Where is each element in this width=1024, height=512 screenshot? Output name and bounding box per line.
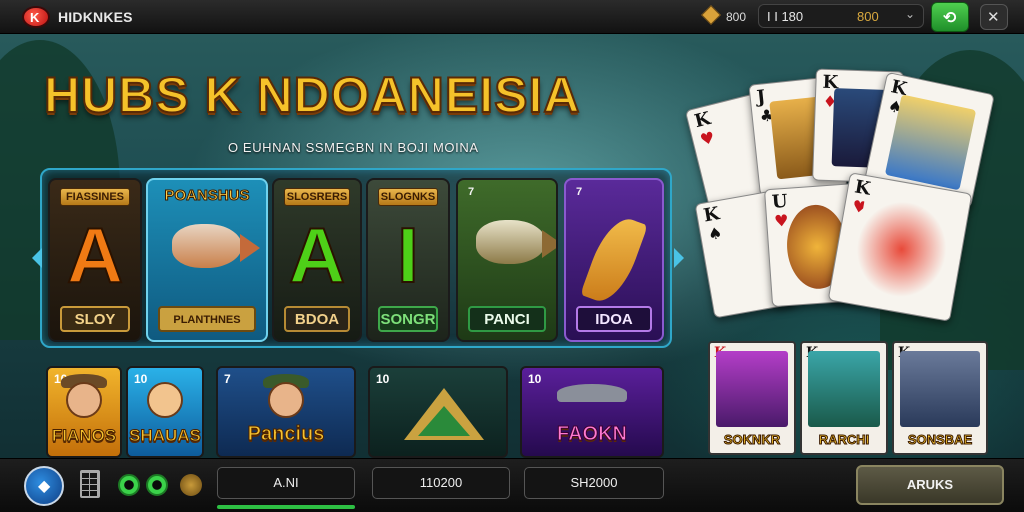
grid-icon[interactable] bbox=[80, 470, 100, 498]
game-tile[interactable]: FIASSINES A SLOY bbox=[48, 178, 142, 342]
character-card[interactable]: K SONSBAE bbox=[892, 341, 988, 455]
playing-card: K ♥ bbox=[827, 172, 973, 322]
logo-letter: K bbox=[30, 10, 40, 25]
game-tile[interactable]: 10 FIANOS bbox=[46, 366, 122, 458]
fish-illustration bbox=[476, 220, 546, 264]
character-portrait bbox=[900, 351, 980, 427]
tile-plate: BDOA bbox=[284, 306, 350, 332]
tile-plate: PANCI bbox=[468, 306, 546, 332]
tile-plate: SONGR bbox=[378, 306, 438, 332]
balance-selector[interactable]: I I 180 800 ⌄ bbox=[758, 4, 924, 28]
tile-number: 10 bbox=[528, 372, 542, 386]
tile-number: 7 bbox=[224, 372, 231, 386]
card-art bbox=[848, 194, 955, 305]
carousel-next-arrow-icon[interactable] bbox=[674, 248, 684, 268]
game-tile[interactable]: 10 bbox=[368, 366, 508, 458]
green-chip-icon[interactable] bbox=[146, 474, 168, 496]
character-card[interactable]: K SOKNKR bbox=[708, 341, 796, 455]
balance-right-value: 800 bbox=[857, 9, 879, 24]
tile-banner: SLOSRERS bbox=[284, 188, 350, 206]
tile-letter: A bbox=[66, 210, 124, 300]
card-rank: J bbox=[755, 86, 767, 109]
game-tile[interactable]: SLOSRERS A BDOA bbox=[272, 178, 362, 342]
tile-banner: FIASSINES bbox=[60, 188, 130, 206]
tile-number: 7 bbox=[468, 186, 475, 198]
brand-name: HIDKNKES bbox=[58, 9, 133, 25]
game-tile[interactable]: POANSHUS PLANTHNES bbox=[146, 178, 268, 342]
character-name: SONSBAE bbox=[907, 432, 973, 448]
game-tile[interactable]: 10 SHAUAS bbox=[126, 366, 204, 458]
game-tile[interactable]: 7 Pancius bbox=[216, 366, 356, 458]
chevron-down-icon[interactable]: ⌄ bbox=[905, 7, 915, 21]
game-tile[interactable]: SLOGNKS I SONGR bbox=[366, 178, 450, 342]
arrow-icon: ⟲ bbox=[943, 8, 957, 27]
top-bar: K HIDKNKES 800 I I 180 800 ⌄ ⟲ ✕ bbox=[0, 0, 1024, 34]
tile-banner: POANSHUS bbox=[164, 187, 250, 204]
play-button[interactable]: ARUKS bbox=[856, 465, 1004, 505]
tile-plate: PLANTHNES bbox=[158, 306, 256, 332]
brand-logo[interactable]: K bbox=[22, 6, 50, 28]
coin-count: 800 bbox=[726, 10, 747, 24]
card-rank: U bbox=[771, 190, 789, 213]
heart-icon: ♥ bbox=[698, 127, 717, 150]
heart-icon: ♥ bbox=[773, 210, 790, 231]
character-portrait bbox=[716, 351, 788, 427]
tile-label: FAOKN bbox=[557, 423, 628, 446]
page-title: HUBS K NDOANEISIA bbox=[43, 66, 581, 124]
tile-plate: IDOA bbox=[576, 306, 652, 332]
tile-letter: I bbox=[396, 210, 420, 300]
carousel-prev-arrow-icon[interactable] bbox=[32, 248, 42, 268]
page-subtitle: O EUHNAN SSMEGBN IN BOJI MOINA bbox=[228, 140, 479, 155]
character-face bbox=[147, 382, 183, 418]
balance-field[interactable]: 110200 bbox=[372, 467, 510, 499]
balance-left-value: I I 180 bbox=[767, 9, 804, 24]
game-tile[interactable]: 7 PANCI bbox=[456, 178, 558, 342]
shield-icon: ◆ bbox=[38, 476, 51, 495]
spade-icon: ♠ bbox=[706, 222, 724, 245]
win-field[interactable]: SH2000 bbox=[524, 467, 664, 499]
tile-letter: A bbox=[288, 210, 346, 300]
tile-label: SHAUAS bbox=[129, 426, 202, 446]
tile-number: 7 bbox=[576, 186, 583, 198]
refresh-button[interactable]: ⟲ bbox=[931, 2, 969, 32]
tools-icon: ✕ bbox=[987, 8, 1000, 26]
triangle-inner bbox=[418, 406, 470, 436]
character-face bbox=[268, 382, 304, 418]
tile-number: 10 bbox=[376, 372, 390, 386]
tile-label: Pancius bbox=[247, 423, 325, 446]
fish-illustration bbox=[172, 224, 242, 268]
fish-tail bbox=[542, 230, 556, 258]
character-portrait bbox=[808, 351, 880, 427]
tile-plate: SLOY bbox=[60, 306, 130, 332]
character-name: SOKNKR bbox=[723, 432, 781, 448]
diamond-icon bbox=[701, 5, 721, 25]
character-face bbox=[66, 382, 102, 418]
settings-button[interactable]: ✕ bbox=[980, 4, 1008, 30]
game-tile[interactable]: 10 FAOKN bbox=[520, 366, 664, 458]
game-tile[interactable]: 7 IDOA bbox=[564, 178, 664, 342]
feather-illustration bbox=[580, 211, 648, 309]
tile-number: 10 bbox=[134, 372, 148, 386]
fish-tail bbox=[240, 234, 260, 262]
tile-banner: SLOGNKS bbox=[378, 188, 438, 206]
card-art bbox=[884, 94, 977, 191]
character-card[interactable]: K RARCHI bbox=[800, 341, 888, 455]
coin-icon[interactable] bbox=[180, 474, 202, 496]
bet-field[interactable]: A.NI bbox=[217, 467, 355, 499]
home-button[interactable]: ◆ bbox=[24, 466, 64, 506]
tile-label: FIANOS bbox=[51, 426, 117, 446]
character-name: RARCHI bbox=[818, 432, 870, 448]
active-indicator bbox=[217, 505, 355, 509]
hat-illustration bbox=[557, 384, 627, 402]
green-chip-icon[interactable] bbox=[118, 474, 140, 496]
